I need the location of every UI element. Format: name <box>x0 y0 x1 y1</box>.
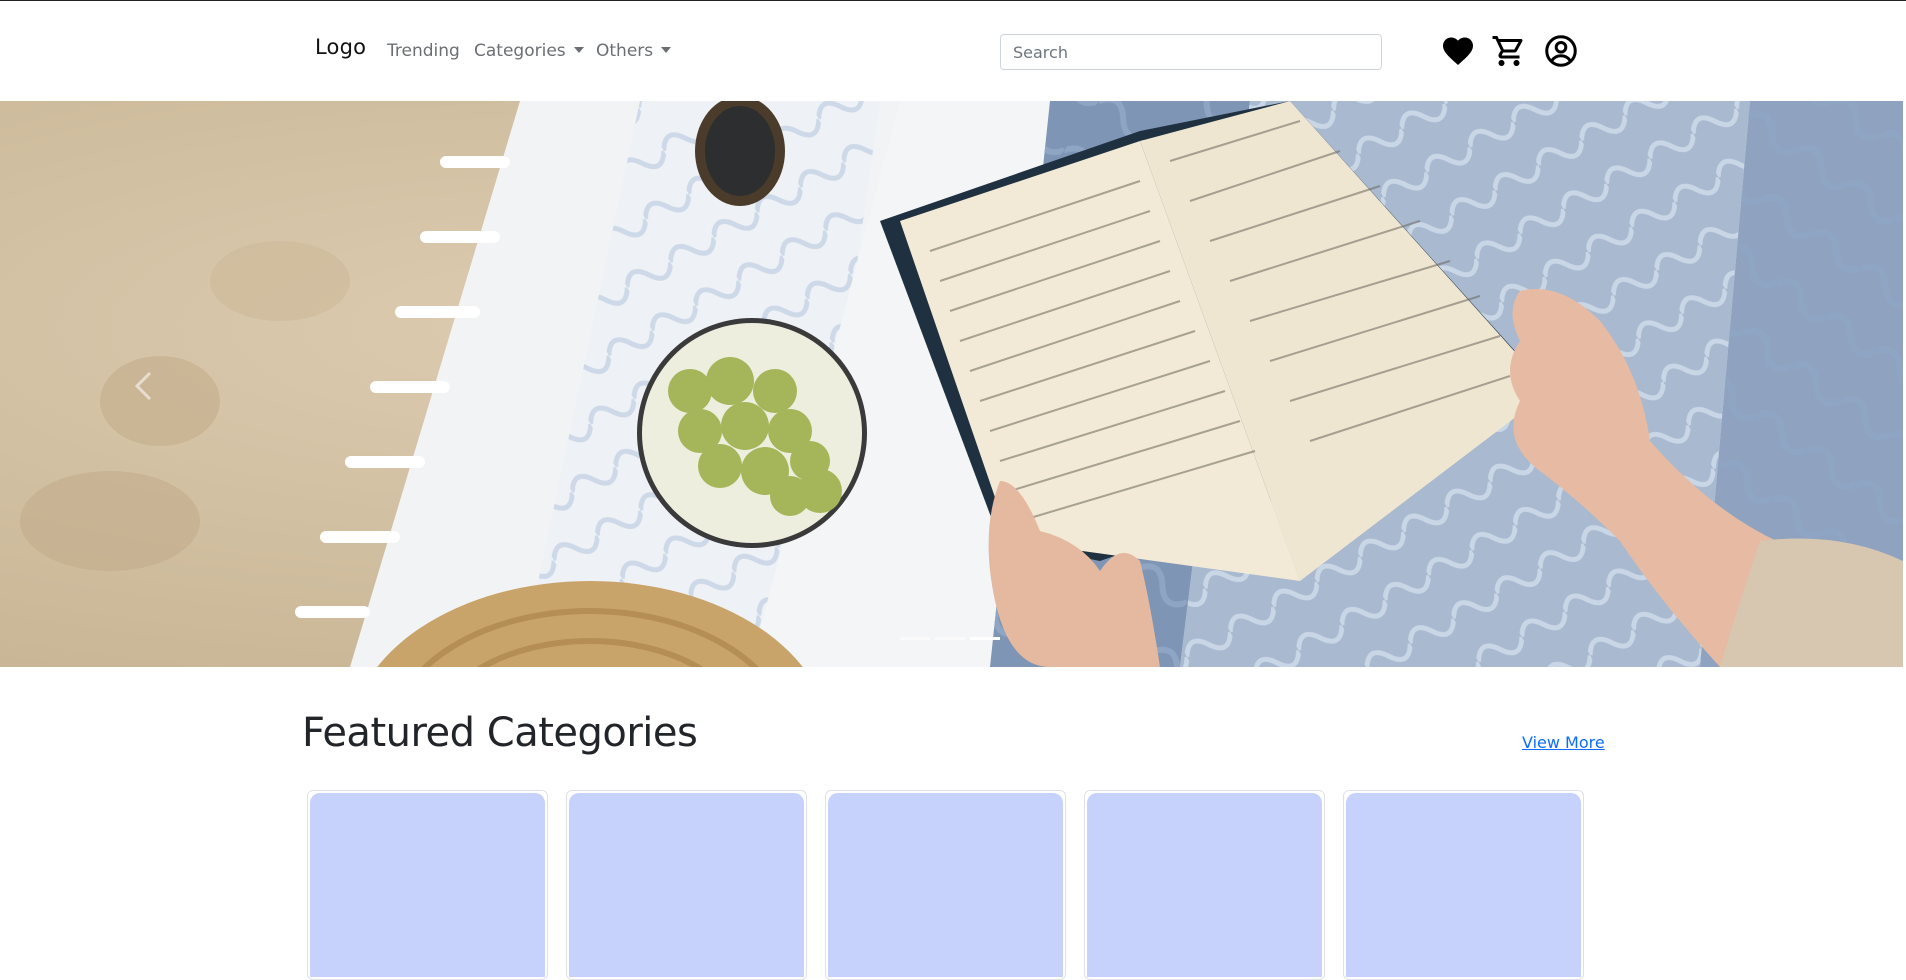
account-button[interactable] <box>1543 33 1579 69</box>
category-card[interactable] <box>1343 790 1584 980</box>
category-card[interactable] <box>1084 790 1325 980</box>
nav-dropdown-others-label: Others <box>596 41 654 61</box>
chevron-left-icon <box>134 371 152 401</box>
cart-button[interactable] <box>1491 33 1527 69</box>
user-icon <box>1545 35 1577 67</box>
cart-icon <box>1492 36 1523 66</box>
caret-down-icon <box>661 47 672 53</box>
carousel-indicator-1[interactable] <box>900 637 930 640</box>
category-card-image <box>569 793 804 977</box>
category-card[interactable] <box>307 790 548 980</box>
nav-dropdown-categories-label: Categories <box>474 41 566 61</box>
category-card-image <box>828 793 1063 977</box>
view-more-link[interactable]: View More <box>1522 733 1605 752</box>
hero-image <box>0 101 1903 667</box>
category-card-image <box>1087 793 1322 977</box>
category-card[interactable] <box>566 790 807 980</box>
nav-dropdown-others[interactable]: Others <box>596 41 672 61</box>
carousel-indicator-2[interactable] <box>935 637 965 640</box>
category-card[interactable] <box>825 790 1066 980</box>
search-input[interactable] <box>1000 34 1382 70</box>
nav-link-trending[interactable]: Trending <box>387 41 460 61</box>
carousel-prev-control[interactable] <box>120 351 170 421</box>
nav-dropdown-categories[interactable]: Categories <box>474 41 584 61</box>
category-card-image <box>310 793 545 977</box>
hero-carousel <box>0 101 1903 667</box>
featured-categories-heading: Featured Categories <box>302 710 698 756</box>
category-card-image <box>1346 793 1581 977</box>
navbar: Logo Trending Categories Others <box>0 1 1906 100</box>
carousel-indicator-3[interactable] <box>970 637 1000 640</box>
wishlist-button[interactable] <box>1440 33 1476 69</box>
heart-icon <box>1443 37 1473 65</box>
caret-down-icon <box>573 47 584 53</box>
logo[interactable]: Logo <box>315 35 366 59</box>
carousel-indicators <box>900 637 1000 641</box>
